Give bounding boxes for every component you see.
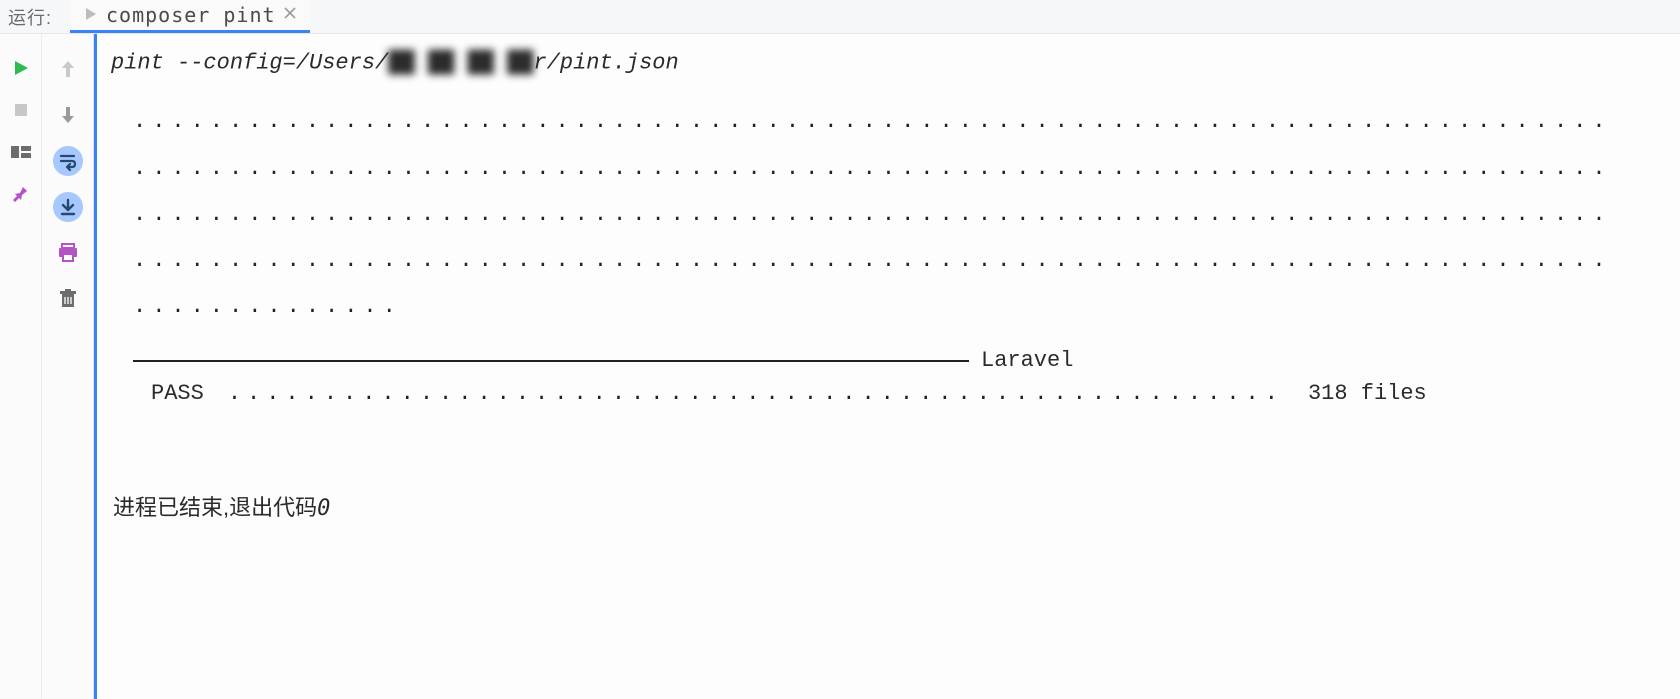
progress-dots-4: ........................................… bbox=[133, 238, 1680, 284]
run-tabstrip: 运行: composer pint bbox=[0, 0, 1680, 34]
soft-wrap-icon[interactable] bbox=[53, 146, 83, 176]
trash-icon[interactable] bbox=[53, 284, 83, 314]
pin-icon[interactable] bbox=[9, 182, 33, 206]
layout-icon[interactable] bbox=[9, 140, 33, 164]
close-icon[interactable] bbox=[284, 6, 296, 24]
panel-title: 运行: bbox=[0, 4, 66, 30]
console-toolbar bbox=[42, 34, 94, 699]
play-icon bbox=[84, 5, 98, 26]
command-prefix: pint --config=/Users/ bbox=[111, 50, 388, 75]
run-tab-name: composer pint bbox=[106, 3, 276, 27]
stop-icon[interactable] bbox=[9, 98, 33, 122]
progress-dots-3: ........................................… bbox=[133, 192, 1680, 238]
arrow-down-icon[interactable] bbox=[53, 100, 83, 130]
horizontal-rule bbox=[133, 360, 969, 362]
file-count: 318 files bbox=[1308, 381, 1427, 406]
command-redacted: ██ ██ ██ ██ bbox=[388, 50, 533, 75]
primary-toolbar bbox=[0, 34, 42, 699]
print-icon[interactable] bbox=[53, 238, 83, 268]
progress-dots-1: ........................................… bbox=[133, 99, 1680, 145]
exit-text: 进程已结束,退出代码 bbox=[113, 495, 317, 520]
progress-dots-5: .............. bbox=[133, 284, 1680, 330]
progress-dots-2: ........................................… bbox=[133, 146, 1680, 192]
arrow-up-icon[interactable] bbox=[53, 54, 83, 84]
console-output[interactable]: pint --config=/Users/██ ██ ██ ██ r/pint.… bbox=[97, 34, 1680, 699]
exit-code: 0 bbox=[317, 496, 330, 521]
scroll-to-end-icon[interactable] bbox=[53, 192, 83, 222]
command-suffix: r/pint.json bbox=[533, 50, 678, 75]
exit-message: 进程已结束,退出代码0 bbox=[113, 490, 1680, 522]
command-line: pint --config=/Users/██ ██ ██ ██ r/pint.… bbox=[111, 50, 1680, 75]
pass-line: PASS ...................................… bbox=[151, 381, 1680, 406]
section-rule: Laravel bbox=[133, 348, 1680, 373]
section-label: Laravel bbox=[981, 348, 1073, 373]
run-icon[interactable] bbox=[9, 56, 33, 80]
pass-label: PASS bbox=[151, 381, 204, 406]
run-tab[interactable]: composer pint bbox=[70, 0, 310, 33]
pass-dots: ........................................… bbox=[228, 381, 1284, 406]
